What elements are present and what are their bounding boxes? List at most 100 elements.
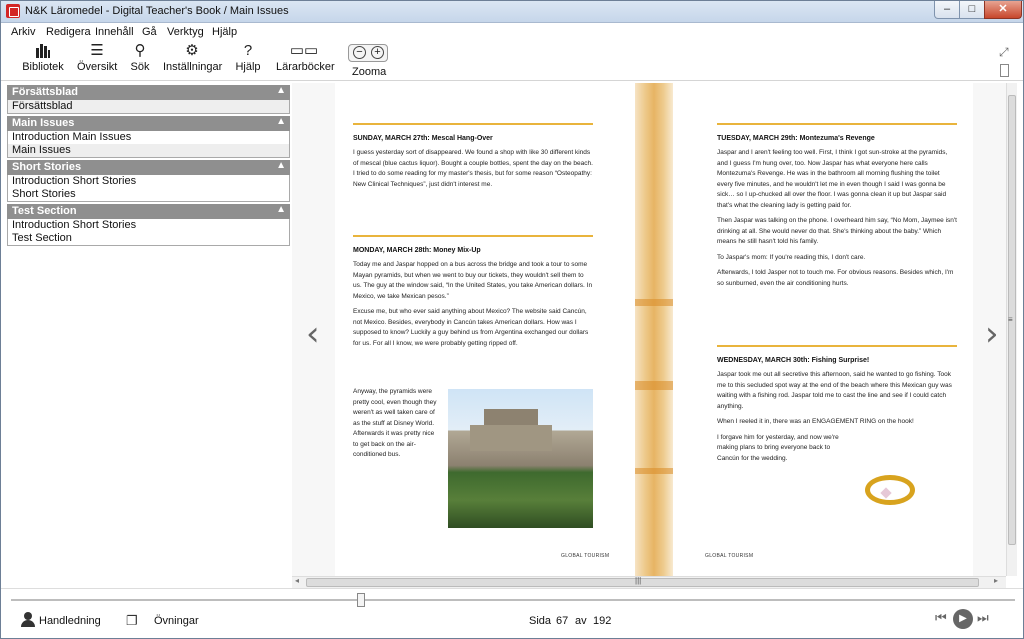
settings-button[interactable]: ⚙ Inställningar: [163, 41, 223, 77]
page-footer: GLOBAL TOURISM: [561, 553, 610, 559]
chevron-up-icon[interactable]: ▲: [276, 204, 286, 215]
chevron-up-icon[interactable]: ▲: [276, 160, 286, 171]
horizontal-scrollbar[interactable]: ◂ ||| ▸: [292, 576, 1006, 588]
toc-section-title: Main Issues: [12, 117, 75, 129]
menu-redigera[interactable]: Redigera: [46, 26, 91, 38]
page-slider[interactable]: [11, 599, 1015, 601]
maximize-button[interactable]: □: [959, 1, 985, 19]
teacher-books-label: Lärarböcker: [276, 61, 335, 73]
entry-title: TUESDAY, MARCH 29th: Montezuma's Revenge: [717, 135, 875, 142]
entry-paragraph: Jaspar took me out all secretive this af…: [717, 371, 952, 410]
toc-item[interactable]: Test Section: [8, 232, 289, 245]
menu-arkiv[interactable]: Arkiv: [11, 26, 35, 38]
toc-section-title: Short Stories: [12, 161, 82, 173]
diary-entry: WEDNESDAY, MARCH 30th: Fishing Surprise!…: [717, 345, 957, 469]
menu-ga[interactable]: Gå: [142, 26, 157, 38]
toolbar: Bibliotek ☰ Översikt ⚲ Sök ⚙ Inställning…: [1, 41, 1023, 81]
diary-entry: TUESDAY, MARCH 29th: Montezuma's Revenge…: [717, 123, 957, 294]
zoom-out-button[interactable]: −: [353, 46, 366, 59]
entry-paragraph: I guess yesterday sort of disappeared. W…: [353, 149, 593, 188]
chevron-up-icon[interactable]: ▲: [276, 116, 286, 127]
divider: [353, 235, 593, 237]
menu-innehall[interactable]: Innehåll: [95, 26, 134, 38]
book-spine: [635, 83, 673, 576]
toc-item[interactable]: Introduction Short Stories: [8, 175, 289, 188]
divider: [353, 123, 593, 125]
toc-section-header[interactable]: Main Issues ▲: [7, 116, 290, 131]
menu-verktyg[interactable]: Verktyg: [167, 26, 204, 38]
page-label: Sida: [529, 615, 552, 627]
engagement-ring-image: [865, 475, 915, 505]
toc-section-title: Test Section: [12, 205, 77, 217]
toc-item[interactable]: Introduction Main Issues: [8, 131, 289, 144]
toc-section-items: Försättsblad: [7, 100, 290, 114]
toc-section-items: Introduction Short Stories Short Stories: [7, 175, 290, 202]
entry-paragraph: Anyway, the pyramids were pretty cool, e…: [353, 388, 437, 458]
entry-paragraph: Then Jaspar was talking on the phone. I …: [717, 217, 957, 245]
minimize-button[interactable]: –: [934, 1, 960, 19]
overview-label: Översikt: [77, 61, 118, 73]
toc-item[interactable]: Main Issues: [8, 144, 289, 157]
diary-entry: MONDAY, MARCH 28th: Money Mix-Up Today m…: [353, 235, 593, 354]
search-icon: ⚲: [134, 42, 146, 59]
toc-item[interactable]: Short Stories: [8, 188, 289, 201]
menu-lines-icon: ☰: [90, 42, 104, 59]
zoom-in-button[interactable]: +: [371, 46, 384, 59]
search-button[interactable]: ⚲ Sök: [129, 41, 151, 77]
menu-hjalp[interactable]: Hjälp: [212, 26, 237, 38]
gear-icon: ⚙: [185, 42, 199, 59]
bookmark-icon[interactable]: [1000, 64, 1009, 77]
search-label: Sök: [130, 61, 150, 73]
diary-entry: SUNDAY, MARCH 27th: Mescal Hang-Over I g…: [353, 123, 593, 195]
entry-paragraph: Jaspar and I aren't feeling too well. Fi…: [717, 149, 948, 209]
close-button[interactable]: ✕: [984, 1, 1022, 19]
library-button[interactable]: Bibliotek: [22, 41, 64, 77]
settings-label: Inställningar: [163, 61, 223, 73]
page-number-input[interactable]: 67: [556, 615, 568, 627]
overview-button[interactable]: ☰ Översikt: [77, 41, 117, 77]
exercises-button[interactable]: Övningar: [154, 615, 199, 627]
of-label: av: [575, 615, 587, 627]
entry-paragraph: Afterwards, I told Jasper not to touch m…: [717, 269, 954, 287]
previous-page-arrow-icon[interactable]: ‹: [306, 314, 320, 354]
entry-title: WEDNESDAY, MARCH 30th: Fishing Surprise!: [717, 357, 870, 364]
vertical-scrollbar[interactable]: ≡: [1006, 83, 1017, 576]
scroll-right-icon[interactable]: ▸: [994, 576, 998, 585]
guide-button[interactable]: Handledning: [39, 615, 101, 627]
page-slider-thumb[interactable]: [357, 593, 366, 607]
toc-section-items: Introduction Main Issues Main Issues: [7, 131, 290, 158]
page-total: 192: [593, 615, 612, 627]
zoom-label: Zooma: [352, 66, 387, 78]
window-title: N&K Läromedel - Digital Teacher's Book /…: [25, 5, 289, 17]
toc-section-header[interactable]: Short Stories ▲: [7, 160, 290, 175]
skip-forward-icon[interactable]: ⏭: [977, 610, 989, 626]
entry-title: SUNDAY, MARCH 27th: Mescal Hang-Over: [353, 135, 493, 142]
teacher-books-button[interactable]: ▭▭ Lärarböcker: [276, 41, 335, 77]
toc-section-header[interactable]: Test Section ▲: [7, 204, 290, 219]
entry-paragraph: Today me and Jaspar hopped on a bus acro…: [353, 261, 593, 300]
toc-item[interactable]: Försättsblad: [8, 100, 289, 113]
divider: [717, 345, 957, 347]
next-page-arrow-icon[interactable]: ›: [985, 314, 999, 354]
chevron-up-icon[interactable]: ▲: [276, 85, 286, 96]
right-page: TUESDAY, MARCH 29th: Montezuma's Revenge…: [673, 83, 973, 576]
person-icon[interactable]: [21, 612, 37, 628]
grip-icon: ≡: [1008, 315, 1013, 324]
toc-section-header[interactable]: Försättsblad ▲: [7, 85, 290, 100]
fullscreen-icon[interactable]: ⤢: [999, 45, 1009, 60]
toc-section-title: Försättsblad: [12, 86, 79, 98]
scroll-left-icon[interactable]: ◂: [295, 576, 299, 585]
open-book-icon: ▭▭: [289, 42, 319, 59]
scroll-thumb[interactable]: [306, 578, 979, 587]
skip-back-icon[interactable]: ⏮: [935, 610, 947, 626]
entry-paragraph: I forgave him for yesterday, and now we'…: [717, 433, 839, 462]
exercise-book-icon[interactable]: ❐: [126, 613, 138, 629]
app-window: N&K Läromedel - Digital Teacher's Book /…: [0, 0, 1024, 639]
app-logo-icon: [6, 4, 20, 18]
menu-bar: Arkiv Redigera Innehåll Gå Verktyg Hjälp: [1, 24, 1023, 41]
toc-item[interactable]: Introduction Short Stories: [8, 219, 289, 232]
play-icon[interactable]: ▶: [953, 609, 973, 629]
title-bar: N&K Läromedel - Digital Teacher's Book /…: [1, 1, 1023, 23]
help-button[interactable]: ? Hjälp: [234, 41, 262, 77]
toc-section-items: Introduction Short Stories Test Section: [7, 219, 290, 246]
